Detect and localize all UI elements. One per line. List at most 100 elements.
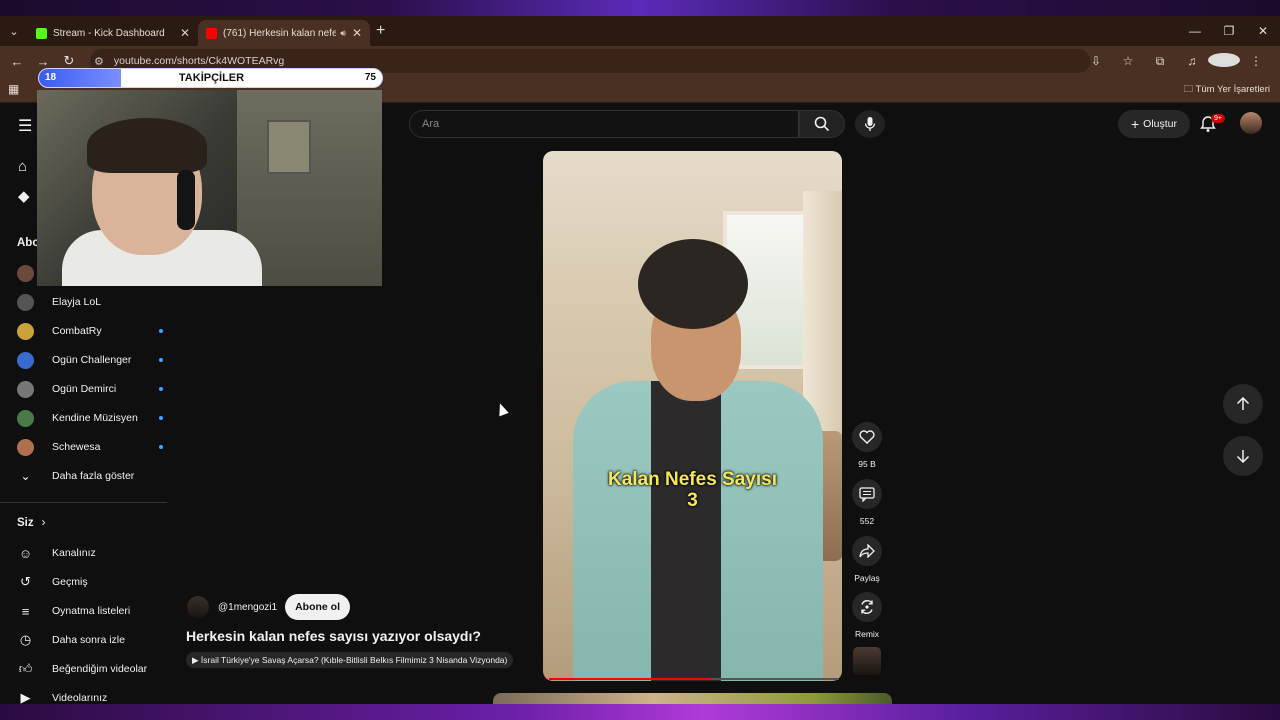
remix-button[interactable] [852, 592, 882, 622]
channel-row: @1mengozi1 Abone ol [187, 594, 350, 620]
close-tab-icon[interactable]: ✕ [180, 26, 190, 40]
install-app-icon[interactable]: ⇩ [1080, 54, 1112, 68]
comments-button[interactable] [852, 479, 882, 509]
caption-line-1: Kalan Nefes Sayısı [608, 469, 777, 490]
subscription-item[interactable]: Kendine Müzisyen [17, 408, 167, 428]
shorts-icon[interactable]: ◆ [18, 187, 30, 205]
minimize-icon[interactable]: — [1178, 16, 1212, 46]
subscription-item[interactable]: Ogün Challenger [17, 350, 167, 370]
video-caption: Kalan Nefes Sayısı 3 [543, 469, 842, 511]
media-controls-icon[interactable]: ♫ [1176, 54, 1208, 68]
site-info-icon[interactable]: ⚙︎ [94, 55, 104, 68]
channel-avatar [17, 409, 34, 427]
you-item-playlists[interactable]: ≡ Oynatma listeleri [17, 601, 131, 621]
sidebar-divider [0, 502, 167, 503]
webcam-overlay [37, 90, 382, 286]
channel-icon: ☺ [18, 545, 33, 561]
subscribe-button[interactable]: Abone ol [285, 594, 350, 620]
you-item-watch-later[interactable]: ◷ Daha sonra izle [17, 630, 125, 650]
share-icon [859, 544, 875, 558]
subscription-item[interactable]: Elayja LoL [17, 292, 167, 312]
forward-icon[interactable]: → [30, 54, 56, 69]
playlists-icon: ≡ [21, 603, 30, 619]
subscription-item[interactable]: Schewesa [17, 437, 167, 457]
search-input[interactable]: Ara [409, 110, 799, 138]
you-item-label: Beğendiğim videolar [52, 663, 148, 675]
search-placeholder: Ara [422, 118, 440, 130]
home-icon[interactable]: ⌂ [18, 158, 27, 175]
subscriptions-heading[interactable]: Abo [17, 237, 39, 249]
create-button[interactable]: + Oluştur [1118, 110, 1190, 138]
comment-icon [859, 486, 875, 502]
you-item-channel[interactable]: ☺ Kanalınız [17, 543, 96, 563]
new-content-dot [159, 416, 163, 420]
show-more-button[interactable]: ⌄ Daha fazla göster [17, 466, 167, 486]
you-item-label: Geçmiş [52, 576, 88, 588]
profile-avatar[interactable] [1208, 52, 1240, 70]
video-title: Herkesin kalan nefes sayısı yazıyor olsa… [186, 628, 481, 644]
show-more-label: Daha fazla göster [52, 470, 135, 482]
you-item-history[interactable]: ↺ Geçmiş [17, 572, 88, 592]
speaker-icon[interactable]: 🔊︎ [340, 28, 346, 39]
like-button[interactable] [852, 422, 882, 452]
comment-count: 552 [859, 516, 875, 526]
chevron-down-icon: ⌄ [20, 469, 31, 483]
channel-avatar [17, 293, 34, 311]
you-item-label: Oynatma listeleri [52, 605, 131, 617]
close-window-icon[interactable]: ✕ [1246, 16, 1280, 46]
new-content-dot [159, 387, 163, 391]
channel-avatar [17, 351, 34, 369]
tab-search-button[interactable]: ⌄ [0, 16, 28, 46]
address-bar-actions: ⇩ ☆ ⧉ ♫ ⋮ [1080, 46, 1272, 76]
youtube-favicon-icon [206, 27, 217, 39]
history-icon: ↺ [20, 574, 31, 589]
tab-title: (761) Herkesin kalan nefes s [223, 27, 337, 39]
subscription-name: Kendine Müzisyen [52, 412, 138, 424]
channel-avatar[interactable] [187, 596, 209, 618]
short-video-player[interactable]: Kalan Nefes Sayısı 3 [543, 151, 842, 681]
reload-icon[interactable]: ↻ [56, 53, 82, 69]
voice-search-button[interactable] [855, 110, 885, 138]
subscription-item[interactable]: Ogün Demirci [17, 379, 167, 399]
close-tab-icon[interactable]: ✕ [352, 26, 362, 40]
caption-line-2: 3 [687, 490, 698, 511]
subscription-name: Schewesa [52, 441, 101, 453]
video-progress-bar[interactable] [549, 678, 839, 680]
followers-label: TAKİPÇİLER [178, 72, 245, 84]
back-icon[interactable]: ← [4, 54, 30, 69]
guide-menu-icon[interactable]: ☰ [18, 116, 32, 136]
channel-avatar [17, 380, 34, 398]
tab-youtube-short[interactable]: (761) Herkesin kalan nefes s 🔊︎ ✕ [198, 20, 370, 46]
new-content-dot [159, 329, 163, 333]
watch-later-icon: ◷ [19, 632, 32, 647]
channel-handle[interactable]: @1mengozi1 [218, 602, 277, 613]
share-button[interactable] [852, 536, 882, 566]
browser-menu-icon[interactable]: ⋮ [1240, 54, 1272, 68]
kick-favicon-icon [36, 27, 47, 39]
you-section-heading[interactable]: Siz › [17, 517, 45, 529]
tab-kick-dashboard[interactable]: Stream - Kick Dashboard ✕ [28, 20, 198, 46]
audio-channel-thumbnail[interactable] [853, 647, 881, 675]
tab-strip: ⌄ Stream - Kick Dashboard ✕ (761) Herkes… [0, 16, 1280, 46]
search-button[interactable] [799, 110, 845, 138]
all-bookmarks-link[interactable]: 🗀 Tüm Yer İşaretleri [1184, 82, 1270, 98]
video-progress-fill [549, 678, 712, 680]
you-item-like[interactable]: 👍︎ Beğendiğim videolar [17, 659, 147, 679]
subscription-name: Ogün Challenger [52, 354, 132, 366]
related-video-link[interactable]: ▶ İsrail Türkiye'ye Savaş Açarsa? (Kıble… [186, 652, 514, 668]
previous-short-button[interactable] [1223, 384, 1263, 424]
extensions-icon[interactable]: ⧉ [1144, 54, 1176, 69]
apps-grid-icon[interactable]: ▦ [8, 82, 19, 96]
subscription-item[interactable]: CombatRy [17, 321, 167, 341]
account-avatar[interactable] [1240, 112, 1262, 134]
stream-glow-bottom [0, 704, 1280, 720]
maximize-icon[interactable]: ❐ [1212, 16, 1246, 46]
notifications-badge: 9+ [1211, 114, 1225, 123]
bookmark-star-icon[interactable]: ☆ [1112, 54, 1144, 68]
share-label: Paylaş [854, 573, 880, 583]
next-short-button[interactable] [1223, 436, 1263, 476]
channel-avatar [17, 438, 34, 456]
you-item-label: Videolarınız [52, 692, 108, 704]
new-tab-button[interactable]: + [376, 22, 385, 40]
new-content-dot [159, 358, 163, 362]
